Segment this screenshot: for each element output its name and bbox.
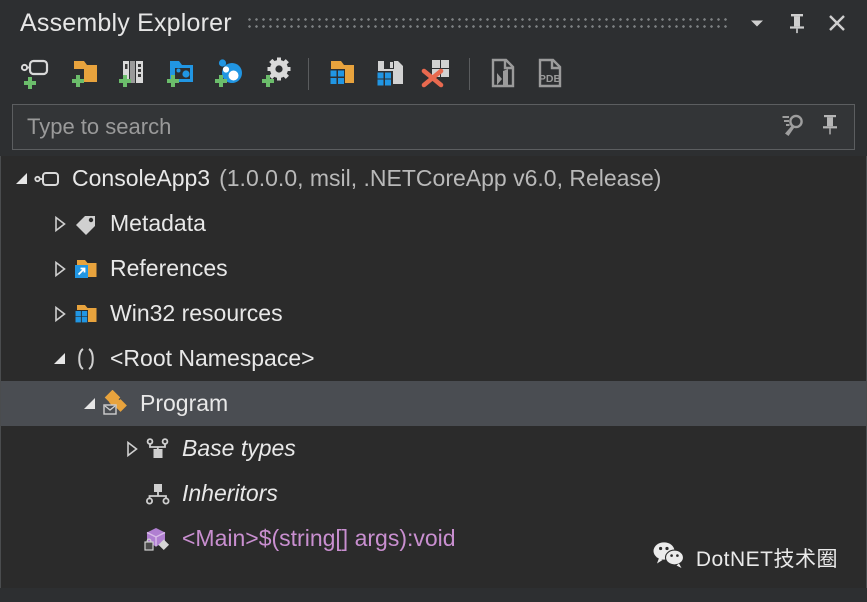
base-types-icon	[143, 435, 173, 463]
expander-expanded-icon[interactable]	[49, 348, 71, 370]
tree-node-label: Win32 resources	[110, 300, 283, 326]
resources-folder-icon	[71, 300, 101, 328]
tree-node-inheritors[interactable]: Inheritors	[1, 471, 866, 516]
search-bar	[12, 104, 855, 150]
tree-node-root-namespace[interactable]: <Root Namespace>	[1, 336, 866, 381]
search-input[interactable]	[13, 114, 780, 140]
chevron-down-icon[interactable]	[745, 11, 769, 35]
expander-collapsed-icon[interactable]	[49, 303, 71, 325]
assembly-explorer-window: Assembly Explorer PDB Type to search Con…	[0, 0, 867, 602]
separator-1	[308, 58, 309, 90]
tree-node-base-types[interactable]: Base types	[1, 426, 866, 471]
remove-assembly-icon[interactable]	[413, 51, 461, 97]
save-assembly-icon[interactable]	[365, 51, 413, 97]
tree-node-label: References	[110, 255, 228, 281]
tree-node-label: ConsoleApp3	[72, 165, 211, 191]
tree-node-references[interactable]: References	[1, 246, 866, 291]
search-bar-actions	[780, 112, 854, 143]
close-icon[interactable]	[825, 11, 849, 35]
add-from-gac-icon[interactable]	[108, 51, 156, 97]
tree-node-metadata[interactable]: Metadata	[1, 201, 866, 246]
window-drag-grip[interactable]	[247, 17, 729, 29]
search-options-icon[interactable]	[780, 112, 806, 143]
add-folder-icon[interactable]	[60, 51, 108, 97]
add-process-icon[interactable]	[156, 51, 204, 97]
expander-collapsed-icon[interactable]	[49, 258, 71, 280]
svg-text:PDB: PDB	[539, 73, 562, 85]
tree-node-label: Base types	[182, 435, 296, 461]
pin-search-icon[interactable]	[820, 112, 840, 143]
separator-2	[469, 58, 470, 90]
assembly-icon	[33, 165, 63, 193]
add-settings-icon[interactable]	[252, 51, 300, 97]
tree-node-detail: (1.0.0.0, msil, .NETCoreApp v6.0, Releas…	[219, 165, 662, 191]
inheritors-icon	[143, 480, 173, 508]
tree-node-label: Program	[140, 390, 229, 416]
tree-node-label: <Main>$(string[] args):void	[182, 525, 456, 551]
expander-collapsed-icon[interactable]	[49, 213, 71, 235]
add-nuget-package-icon[interactable]	[204, 51, 252, 97]
pin-icon[interactable]	[785, 11, 809, 35]
class-internal-icon	[101, 389, 131, 418]
tree-node-main-method[interactable]: <Main>$(string[] args):void	[1, 516, 866, 561]
method-private-icon	[143, 525, 173, 553]
add-assembly-icon[interactable]	[12, 51, 60, 97]
references-folder-icon	[71, 255, 101, 283]
metadata-tag-icon	[71, 210, 101, 238]
tree-node-label: Metadata	[110, 210, 206, 236]
export-sources-icon[interactable]	[478, 51, 526, 97]
title-bar: Assembly Explorer	[0, 0, 867, 46]
expander-expanded-icon[interactable]	[79, 393, 101, 415]
namespace-icon	[71, 345, 101, 373]
tree-node-program[interactable]: Program	[1, 381, 866, 426]
window-controls	[745, 11, 867, 35]
expander-collapsed-icon[interactable]	[121, 438, 143, 460]
tree-node-consoleapp3[interactable]: ConsoleApp3 (1.0.0.0, msil, .NETCoreApp …	[1, 156, 866, 201]
tree-node-label: Inheritors	[182, 480, 278, 506]
assembly-tree[interactable]: ConsoleApp3 (1.0.0.0, msil, .NETCoreApp …	[0, 156, 867, 588]
toolbar: PDB	[0, 46, 867, 102]
tree-node-win32-resources[interactable]: Win32 resources	[1, 291, 866, 336]
page-title: Assembly Explorer	[20, 8, 232, 37]
open-solution-folder-icon[interactable]	[317, 51, 365, 97]
expander-expanded-icon[interactable]	[11, 168, 33, 190]
pdb-icon[interactable]: PDB	[526, 51, 574, 97]
tree-node-label: <Root Namespace>	[110, 345, 315, 371]
